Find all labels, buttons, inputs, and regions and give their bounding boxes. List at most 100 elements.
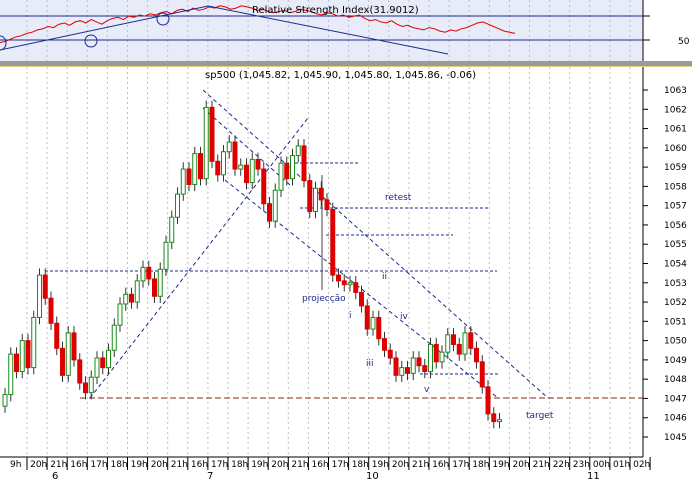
candle-body: [37, 274, 42, 318]
candle-body: [106, 349, 111, 369]
candle-body: [330, 209, 336, 276]
candle-body: [83, 382, 88, 394]
candle-body: [152, 278, 157, 297]
candle-body: [416, 357, 422, 367]
candle-body: [19, 340, 25, 372]
candle-body: [399, 367, 405, 376]
y-tick-label: 1063: [664, 86, 687, 96]
x-tick-label: 02h: [633, 460, 650, 470]
candle-body: [318, 187, 324, 201]
annotation-wave-i: i: [349, 311, 352, 321]
candle-body: [238, 164, 244, 170]
candle-body: [456, 343, 462, 355]
y-tick-label: 1059: [664, 163, 687, 173]
candle-body: [215, 160, 221, 176]
price-panel: sp500 (1,045.82, 1,045.90, 1,045.80, 1,0…: [0, 67, 687, 457]
x-day-label: 10: [366, 471, 379, 482]
candle-body: [244, 164, 249, 184]
candle-body: [42, 274, 48, 299]
candle-body: [14, 353, 19, 372]
y-tick-label: 1057: [664, 202, 687, 212]
candle-body: [491, 413, 497, 423]
candle-body: [249, 158, 255, 184]
candle-body: [146, 266, 152, 280]
x-tick-label: 16h: [70, 460, 87, 470]
candle-body: [25, 340, 31, 369]
candle-body: [347, 282, 353, 286]
candle-body: [203, 106, 209, 180]
y-tick-label: 1052: [664, 298, 687, 308]
candle-body: [31, 316, 37, 369]
y-tick-label: 1046: [664, 414, 687, 424]
x-tick-label: 01h: [613, 460, 630, 470]
candle-body: [163, 241, 169, 270]
candle-body: [157, 268, 163, 297]
candle-body: [226, 141, 232, 153]
x-day-label: 11: [587, 471, 600, 482]
candle-body: [267, 203, 272, 222]
y-tick-label: 1045: [664, 433, 687, 443]
y-tick-label: 1053: [664, 279, 687, 289]
x-tick-label: 21h: [291, 460, 308, 470]
y-tick-label: 1060: [664, 144, 687, 154]
candle-body: [428, 343, 433, 372]
candle-body: [359, 291, 364, 307]
y-tick-label: 1051: [664, 317, 687, 327]
candle-body: [370, 316, 376, 330]
candle-body: [48, 297, 54, 324]
candle-body: [451, 334, 456, 345]
x-tick-label: 21h: [412, 460, 429, 470]
x-tick-label: 20h: [30, 460, 47, 470]
candle-body: [497, 419, 502, 423]
annotation-target: target: [526, 411, 554, 421]
candle-body: [485, 386, 491, 415]
candle-body: [88, 376, 94, 394]
x-tick-label: 21h: [533, 460, 550, 470]
candle-body: [111, 324, 117, 351]
candle-body: [353, 282, 359, 293]
x-tick-label: 9h: [10, 460, 21, 470]
candle-body: [336, 274, 341, 282]
y-tick-label: 1054: [664, 260, 687, 270]
candle-body: [192, 153, 198, 185]
candle-body: [376, 316, 382, 340]
annotation-retest: retest: [385, 193, 412, 203]
candle-body: [422, 365, 428, 372]
x-tick-label: 21h: [50, 460, 67, 470]
candle-body: [169, 216, 175, 243]
candle-body: [123, 293, 129, 305]
x-tick-label: 23h: [573, 460, 590, 470]
x-tick-label: 17h: [332, 460, 349, 470]
x-axis: 9h 20h 21h 16h 17h 18h 19h 20h 21h 16h 17h 18h 19h 20…: [0, 456, 692, 482]
candle-body: [341, 280, 347, 286]
rsi-level-label: 50: [678, 37, 690, 47]
candle-body: [2, 394, 8, 407]
x-tick-label: 19h: [372, 460, 389, 470]
x-tick-label: 21h: [171, 460, 188, 470]
x-tick-label: 16h: [191, 460, 208, 470]
candle-body: [117, 303, 123, 326]
candle-body: [439, 351, 445, 363]
y-tick-label: 1048: [664, 375, 687, 385]
candle-body: [186, 168, 192, 185]
candle-body: [284, 162, 290, 180]
candle-body: [261, 168, 267, 205]
rsi-panel: Relative Strength Index(31.9012) 50: [0, 0, 690, 61]
candle-body: [307, 180, 313, 212]
candle-body: [290, 155, 295, 180]
candle-body: [364, 305, 370, 330]
annotation-wave-iv: iv: [400, 312, 409, 322]
annotation-projection: projecção: [302, 294, 346, 304]
candle-body: [129, 293, 134, 303]
candle-body: [209, 106, 215, 162]
candle-body: [272, 189, 278, 222]
x-day-label: 6: [52, 471, 58, 482]
candle-body: [410, 357, 416, 374]
x-tick-label: 00h: [593, 460, 610, 470]
candle-body: [221, 151, 226, 176]
y-axis: 1045 1046 1047 1048 1049 1050 1051 1052 1053 1054…: [643, 86, 687, 443]
x-tick-label: 22h: [553, 460, 570, 470]
annotation-wave-v: v: [424, 385, 430, 395]
candle-body: [468, 332, 474, 349]
candle-body: [313, 187, 318, 212]
